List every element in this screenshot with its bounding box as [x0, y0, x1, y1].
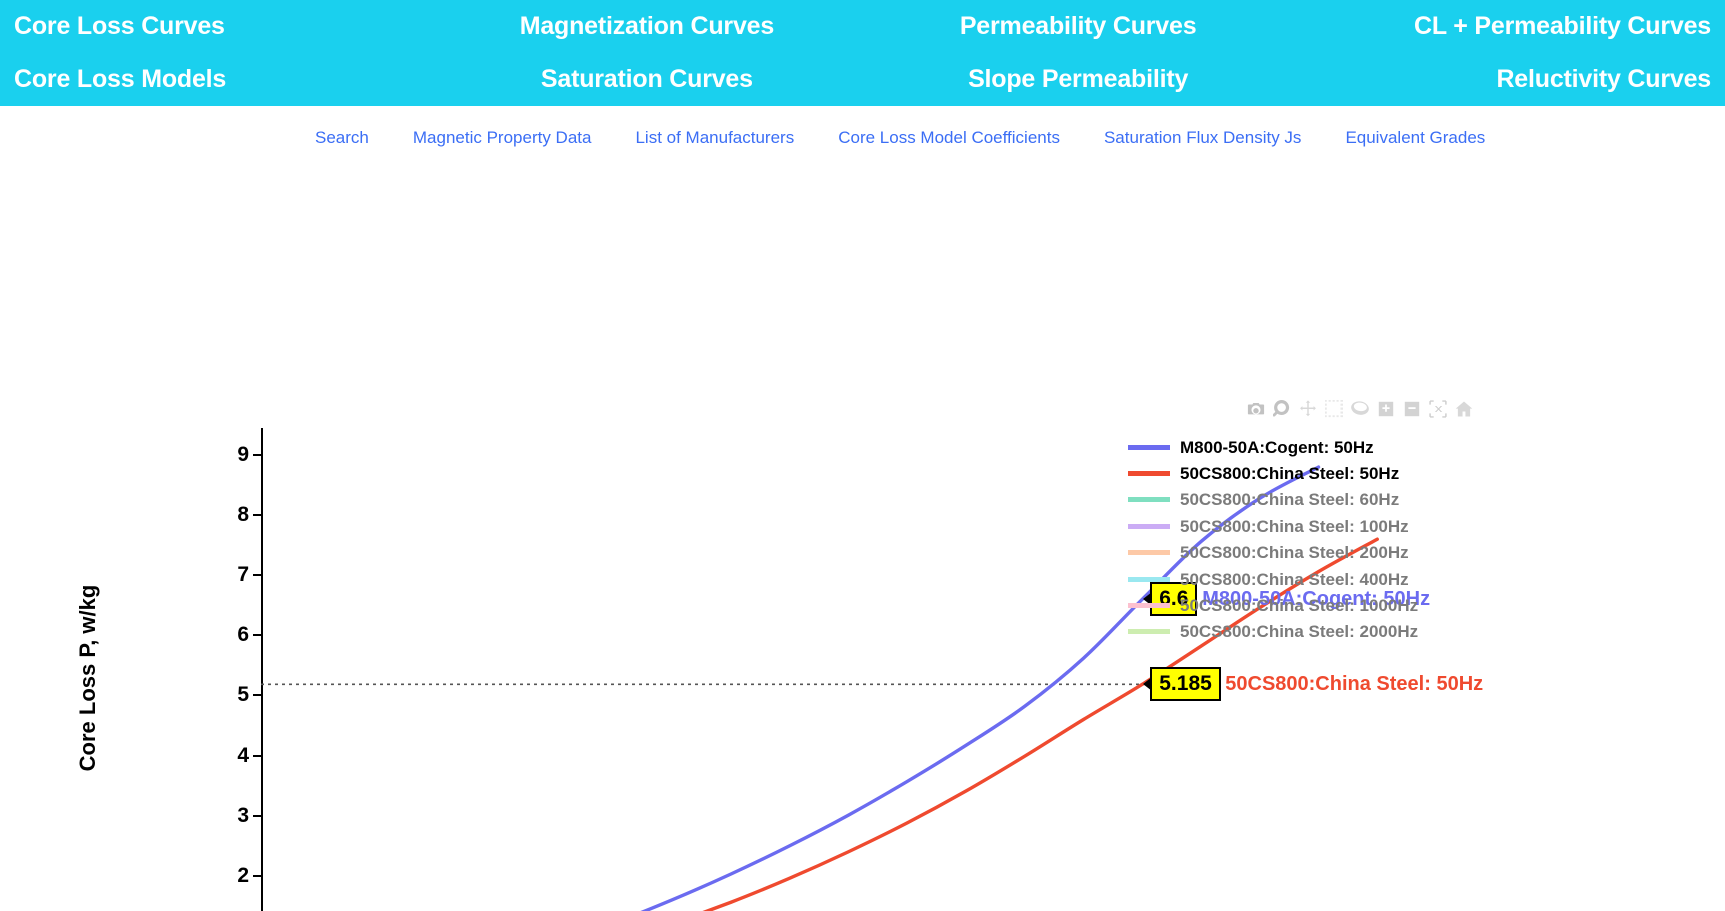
menu-item-reluctivity-curves[interactable]: Reluctivity Curves: [1294, 67, 1725, 92]
legend-item[interactable]: M800-50A:Cogent: 50Hz: [1128, 434, 1418, 460]
top-menu-row-2: Core Loss Models Saturation Curves Slope…: [0, 53, 1725, 106]
y-tick-label: 5: [237, 683, 249, 707]
y-tick-label: 9: [237, 443, 249, 467]
legend-item[interactable]: 50CS800:China Steel: 400Hz: [1128, 566, 1418, 592]
y-axis-line: [261, 428, 263, 911]
menu-item-magnetization-curves[interactable]: Magnetization Curves: [431, 14, 862, 39]
y-tick-label: 7: [237, 563, 249, 587]
nav-link-equivalent-grades[interactable]: Equivalent Grades: [1345, 128, 1485, 148]
autoscale-icon[interactable]: [1425, 398, 1451, 420]
menu-item-saturation-curves[interactable]: Saturation Curves: [431, 67, 862, 92]
y-tick-mark: [253, 574, 261, 577]
secondary-nav: Search Magnetic Property Data List of Ma…: [0, 106, 1725, 148]
y-tick-mark: [253, 694, 261, 697]
top-menu-row-1: Core Loss Curves Magnetization Curves Pe…: [0, 0, 1725, 53]
legend-swatch-icon: [1128, 603, 1170, 609]
y-tick-mark: [253, 814, 261, 817]
menu-item-cl-permeability-curves[interactable]: CL + Permeability Curves: [1294, 14, 1725, 39]
menu-item-core-loss-models[interactable]: Core Loss Models: [0, 67, 431, 92]
nav-link-saturation-flux-density-js[interactable]: Saturation Flux Density Js: [1104, 128, 1301, 148]
nav-link-search[interactable]: Search: [315, 128, 369, 148]
plotly-modebar: [1243, 398, 1477, 420]
camera-icon[interactable]: [1243, 398, 1269, 420]
legend-swatch-icon: [1128, 550, 1170, 556]
legend-item-label: 50CS800:China Steel: 50Hz: [1180, 464, 1400, 484]
legend-swatch-icon: [1128, 497, 1170, 503]
nav-link-magnetic-property-data[interactable]: Magnetic Property Data: [413, 128, 592, 148]
legend-item[interactable]: 50CS800:China Steel: 60Hz: [1128, 487, 1418, 513]
menu-item-core-loss-curves[interactable]: Core Loss Curves: [0, 14, 431, 39]
legend-item[interactable]: 50CS800:China Steel: 2000Hz: [1128, 619, 1418, 645]
lasso-select-icon[interactable]: [1347, 398, 1373, 420]
annotation-red-value-text: 5.185: [1159, 672, 1212, 696]
annotation-red-value[interactable]: 5.185: [1143, 667, 1221, 702]
legend-item-label: 50CS800:China Steel: 100Hz: [1180, 516, 1409, 536]
y-tick-label: 2: [237, 863, 249, 887]
legend-swatch-icon: [1128, 444, 1170, 450]
legend-item[interactable]: 50CS800:China Steel: 1000Hz: [1128, 592, 1418, 618]
nav-link-core-loss-model-coefficients[interactable]: Core Loss Model Coefficients: [838, 128, 1060, 148]
zoom-out-icon[interactable]: [1399, 398, 1425, 420]
y-tick-mark: [253, 754, 261, 757]
y-tick-label: 4: [237, 743, 249, 767]
pan-icon[interactable]: [1295, 398, 1321, 420]
legend-item[interactable]: 50CS800:China Steel: 200Hz: [1128, 540, 1418, 566]
y-tick-label: 6: [237, 623, 249, 647]
box-select-icon[interactable]: [1321, 398, 1347, 420]
zoom-in-icon[interactable]: [1373, 398, 1399, 420]
legend-item[interactable]: 50CS800:China Steel: 100Hz: [1128, 513, 1418, 539]
legend-swatch-icon: [1128, 576, 1170, 582]
home-icon[interactable]: [1451, 398, 1477, 420]
legend-swatch-icon: [1128, 523, 1170, 529]
y-axis-title: Core Loss P, w/kg: [75, 584, 100, 772]
menu-item-permeability-curves[interactable]: Permeability Curves: [863, 14, 1294, 39]
legend-item-label: 50CS800:China Steel: 200Hz: [1180, 543, 1409, 563]
core-loss-chart: 0123456789 00.512 Core Loss P, w/kg Flux…: [0, 170, 1725, 911]
legend-item-label: 50CS800:China Steel: 1000Hz: [1180, 596, 1419, 616]
y-tick-label: 8: [237, 503, 249, 527]
legend-item-label: 50CS800:China Steel: 60Hz: [1180, 490, 1400, 510]
legend-item-label: 50CS800:China Steel: 400Hz: [1180, 569, 1409, 589]
y-tick-mark: [253, 634, 261, 637]
y-tick-mark: [253, 454, 261, 457]
legend-item[interactable]: 50CS800:China Steel: 50Hz: [1128, 460, 1418, 486]
y-tick-mark: [253, 874, 261, 877]
zoom-icon[interactable]: [1269, 398, 1295, 420]
menu-item-slope-permeability[interactable]: Slope Permeability: [863, 67, 1294, 92]
y-tick-label: 3: [237, 803, 249, 827]
y-tick-mark: [253, 514, 261, 517]
annotation-red-series-label: 50CS800:China Steel: 50Hz: [1225, 673, 1484, 696]
chart-curves: [261, 465, 1379, 911]
annotation-arrow-icon: [1143, 677, 1153, 692]
nav-link-list-of-manufacturers[interactable]: List of Manufacturers: [635, 128, 794, 148]
legend-item-label: M800-50A:Cogent: 50Hz: [1180, 437, 1374, 457]
chart-legend: M800-50A:Cogent: 50Hz 50CS800:China Steel…: [1128, 434, 1418, 645]
top-menu-bar: Core Loss Curves Magnetization Curves Pe…: [0, 0, 1725, 106]
legend-item-label: 50CS800:China Steel: 2000Hz: [1180, 622, 1419, 642]
legend-swatch-icon: [1128, 629, 1170, 635]
legend-swatch-icon: [1128, 471, 1170, 477]
